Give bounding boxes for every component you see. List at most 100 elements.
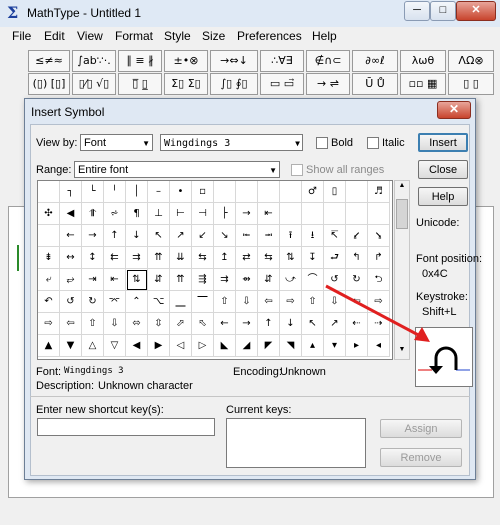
symbol-cell[interactable] <box>302 203 324 225</box>
current-keys-list[interactable] <box>226 418 366 468</box>
scrollbar-thumb[interactable] <box>396 199 408 229</box>
symbol-cell[interactable] <box>368 203 390 225</box>
symbol-cell[interactable]: ↶ <box>38 291 60 313</box>
help-button[interactable]: Help <box>418 187 468 206</box>
symbol-cell[interactable]: ⇩ <box>104 313 126 335</box>
symbol-cell[interactable]: ◣ <box>214 335 236 357</box>
menu-help[interactable]: Help <box>312 29 337 43</box>
symbol-cell[interactable]: ⭳ <box>302 225 324 247</box>
symbol-cell[interactable]: ⬀ <box>170 313 192 335</box>
symbol-cell[interactable]: ⇤ <box>258 203 280 225</box>
symbol-cell[interactable]: ▼ <box>60 335 82 357</box>
symbol-cell[interactable]: ⇈ <box>170 269 192 291</box>
symbol-cell[interactable]: △ <box>82 335 104 357</box>
symbol-cell[interactable]: ┐ <box>60 181 82 203</box>
menu-format[interactable]: Format <box>115 29 153 43</box>
palette-fractions[interactable]: ▯⁄▯ √▯ <box>72 73 116 95</box>
symbol-cell[interactable]: ↔ <box>60 247 82 269</box>
symbol-cell[interactable]: ◀ <box>126 335 148 357</box>
scroll-up-icon[interactable]: ▲ <box>396 182 408 192</box>
symbol-cell[interactable] <box>38 225 60 247</box>
symbol-cell[interactable]: ↰ <box>346 247 368 269</box>
symbol-cell[interactable]: ⌤ <box>104 291 126 313</box>
symbol-cell[interactable]: ▲ <box>38 335 60 357</box>
symbol-cell[interactable]: │ <box>126 181 148 203</box>
symbol-cell[interactable]: ⥣ <box>82 203 104 225</box>
menu-view[interactable]: View <box>77 29 103 43</box>
palette-products[interactable]: Ū Ů <box>352 73 398 95</box>
palette-bars[interactable]: ▭ ▭⃗ <box>260 73 304 95</box>
symbol-cell[interactable]: ↱ <box>368 247 390 269</box>
symbol-cell[interactable]: ▷ <box>192 335 214 357</box>
symbol-cell[interactable]: ⇟ <box>38 247 60 269</box>
menu-edit[interactable]: Edit <box>44 29 65 43</box>
palette-templates[interactable]: ▯ ▯ <box>448 73 494 95</box>
symbol-cell[interactable]: ⇧ <box>214 291 236 313</box>
symbol-cell[interactable]: ⭰ <box>236 225 258 247</box>
palette-integrals[interactable]: ∫▯ ∮▯ <box>210 73 258 95</box>
symbol-cell[interactable]: ⌥ <box>148 291 170 313</box>
palette-operators[interactable]: ±•⊗ <box>164 50 208 72</box>
symbol-cell[interactable]: ↙ <box>192 225 214 247</box>
symbol-cell[interactable]: ⤻ <box>280 269 302 291</box>
symbol-cell[interactable]: ◤ <box>258 335 280 357</box>
symbol-cell[interactable] <box>346 181 368 203</box>
insert-button[interactable]: Insert <box>418 133 468 152</box>
symbol-cell[interactable]: ↸ <box>324 225 346 247</box>
symbol-cell[interactable]: ⬄ <box>126 313 148 335</box>
symbol-cell[interactable]: ⎽ <box>170 291 192 313</box>
symbol-cell[interactable]: ⇶ <box>192 269 214 291</box>
symbol-cell[interactable]: → <box>82 225 104 247</box>
palette-logic[interactable]: ∴∀∃ <box>260 50 304 72</box>
menu-preferences[interactable]: Preferences <box>237 29 302 43</box>
symbol-cell[interactable]: ▯ <box>324 181 346 203</box>
symbol-cell[interactable]: ↧ <box>302 247 324 269</box>
symbol-cell[interactable]: ⊥ <box>148 203 170 225</box>
symbol-cell[interactable] <box>38 181 60 203</box>
symbol-cell[interactable]: ⬁ <box>192 313 214 335</box>
symbol-cell[interactable]: ↑ <box>258 313 280 335</box>
close-button[interactable]: Close <box>418 160 468 179</box>
symbol-cell[interactable]: ⇥ <box>82 269 104 291</box>
symbol-cell[interactable]: ✣ <box>38 203 60 225</box>
symbol-cell[interactable]: ← <box>214 313 236 335</box>
symbol-cell[interactable]: ⇵ <box>258 269 280 291</box>
menu-size[interactable]: Size <box>202 29 225 43</box>
symbol-cell[interactable]: ▽ <box>104 335 126 357</box>
symbol-cell[interactable]: ⭸ <box>368 225 390 247</box>
palette-spaces[interactable]: ∫ab∵·. <box>72 50 116 72</box>
menu-style[interactable]: Style <box>164 29 191 43</box>
symbol-cell[interactable]: → <box>236 313 258 335</box>
close-window-button[interactable]: ✕ <box>456 1 496 21</box>
show-all-ranges-checkbox[interactable] <box>291 164 303 176</box>
symbol-cell[interactable]: ⇨ <box>280 291 302 313</box>
symbol-cell[interactable]: ⇉ <box>214 269 236 291</box>
symbol-cell[interactable]: ⇩ <box>236 291 258 313</box>
symbol-cell[interactable] <box>214 181 236 203</box>
remove-button[interactable]: Remove <box>380 448 462 467</box>
palette-scripts[interactable]: ▯̅ ▯̲ <box>118 73 162 95</box>
symbol-cell[interactable]: ↓ <box>280 313 302 335</box>
symbol-cell[interactable]: → <box>236 203 258 225</box>
palette-summations[interactable]: Σ▯ Σ▯ <box>164 73 208 95</box>
palette-fences[interactable]: (▯) [▯] <box>28 73 70 95</box>
symbol-cell[interactable]: ↓ <box>126 225 148 247</box>
symbol-cell[interactable]: ↖ <box>148 225 170 247</box>
symbol-cell[interactable]: ⇅ <box>126 269 148 291</box>
palette-relations[interactable]: ≤≠≈ <box>28 50 70 72</box>
symbol-cell[interactable]: ↺ <box>60 291 82 313</box>
symbol-cell[interactable]: ⊢ <box>170 203 192 225</box>
symbol-cell[interactable]: ⇧ <box>82 313 104 335</box>
symbol-cell[interactable] <box>346 203 368 225</box>
symbol-cell[interactable]: ▫ <box>192 181 214 203</box>
symbol-cell[interactable]: ↥ <box>214 247 236 269</box>
symbol-cell[interactable]: ◥ <box>280 335 302 357</box>
symbol-cell[interactable]: ⌃ <box>126 291 148 313</box>
symbol-cell[interactable]: ╵ <box>104 181 126 203</box>
symbol-cell[interactable]: ↻ <box>82 291 104 313</box>
palette-sets[interactable]: ∉∩⊂ <box>306 50 350 72</box>
symbol-cell[interactable]: ├ <box>214 203 236 225</box>
italic-checkbox[interactable] <box>367 137 379 149</box>
symbol-cell[interactable]: ⇊ <box>170 247 192 269</box>
symbol-cell[interactable]: – <box>148 181 170 203</box>
